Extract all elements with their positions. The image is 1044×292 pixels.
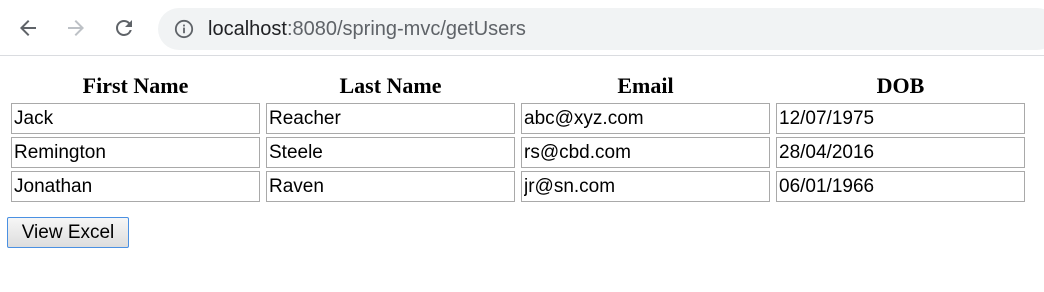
first-name-field[interactable] xyxy=(11,137,260,168)
table-cell xyxy=(8,136,263,170)
dob-field[interactable] xyxy=(776,171,1025,202)
table-cell xyxy=(263,170,518,204)
header-last-name: Last Name xyxy=(339,73,442,98)
last-name-field[interactable] xyxy=(266,137,515,168)
url-path: :8080/spring-mvc/getUsers xyxy=(286,18,526,40)
header-email: Email xyxy=(617,73,674,98)
url-text: localhost:8080/spring-mvc/getUsers xyxy=(208,8,526,50)
table-cell xyxy=(263,102,518,136)
email-field[interactable] xyxy=(521,137,770,168)
table-cell xyxy=(263,136,518,170)
dob-field[interactable] xyxy=(776,137,1025,168)
email-field[interactable] xyxy=(521,171,770,202)
header-first-name: First Name xyxy=(82,73,189,98)
table-cell xyxy=(8,102,263,136)
table-cell xyxy=(773,170,1028,204)
table-row xyxy=(8,170,1028,204)
back-button[interactable] xyxy=(14,14,42,42)
table-header-row: First Name Last Name Email DOB xyxy=(8,70,1028,102)
first-name-field[interactable] xyxy=(11,171,260,202)
table-cell xyxy=(8,170,263,204)
table-cell xyxy=(518,102,773,136)
address-bar[interactable]: localhost:8080/spring-mvc/getUsers xyxy=(158,8,1044,50)
dob-field[interactable] xyxy=(776,103,1025,134)
info-icon[interactable] xyxy=(174,19,194,39)
users-table: First Name Last Name Email DOB xyxy=(8,70,1028,204)
table-row xyxy=(8,136,1028,170)
url-host: localhost xyxy=(208,18,287,40)
first-name-field[interactable] xyxy=(11,103,260,134)
forward-button[interactable] xyxy=(62,14,90,42)
table-cell xyxy=(518,136,773,170)
table-cell xyxy=(518,170,773,204)
view-excel-button[interactable]: View Excel xyxy=(7,217,129,248)
reload-icon xyxy=(116,20,132,36)
table-cell xyxy=(773,136,1028,170)
email-field[interactable] xyxy=(521,103,770,134)
table-row xyxy=(8,102,1028,136)
arrow-right-icon xyxy=(68,20,84,36)
last-name-field[interactable] xyxy=(266,103,515,134)
table-cell xyxy=(773,102,1028,136)
header-dob: DOB xyxy=(876,73,925,98)
browser-toolbar: localhost:8080/spring-mvc/getUsers xyxy=(0,0,1044,56)
reload-button[interactable] xyxy=(110,14,138,42)
arrow-left-icon xyxy=(20,20,36,36)
last-name-field[interactable] xyxy=(266,171,515,202)
